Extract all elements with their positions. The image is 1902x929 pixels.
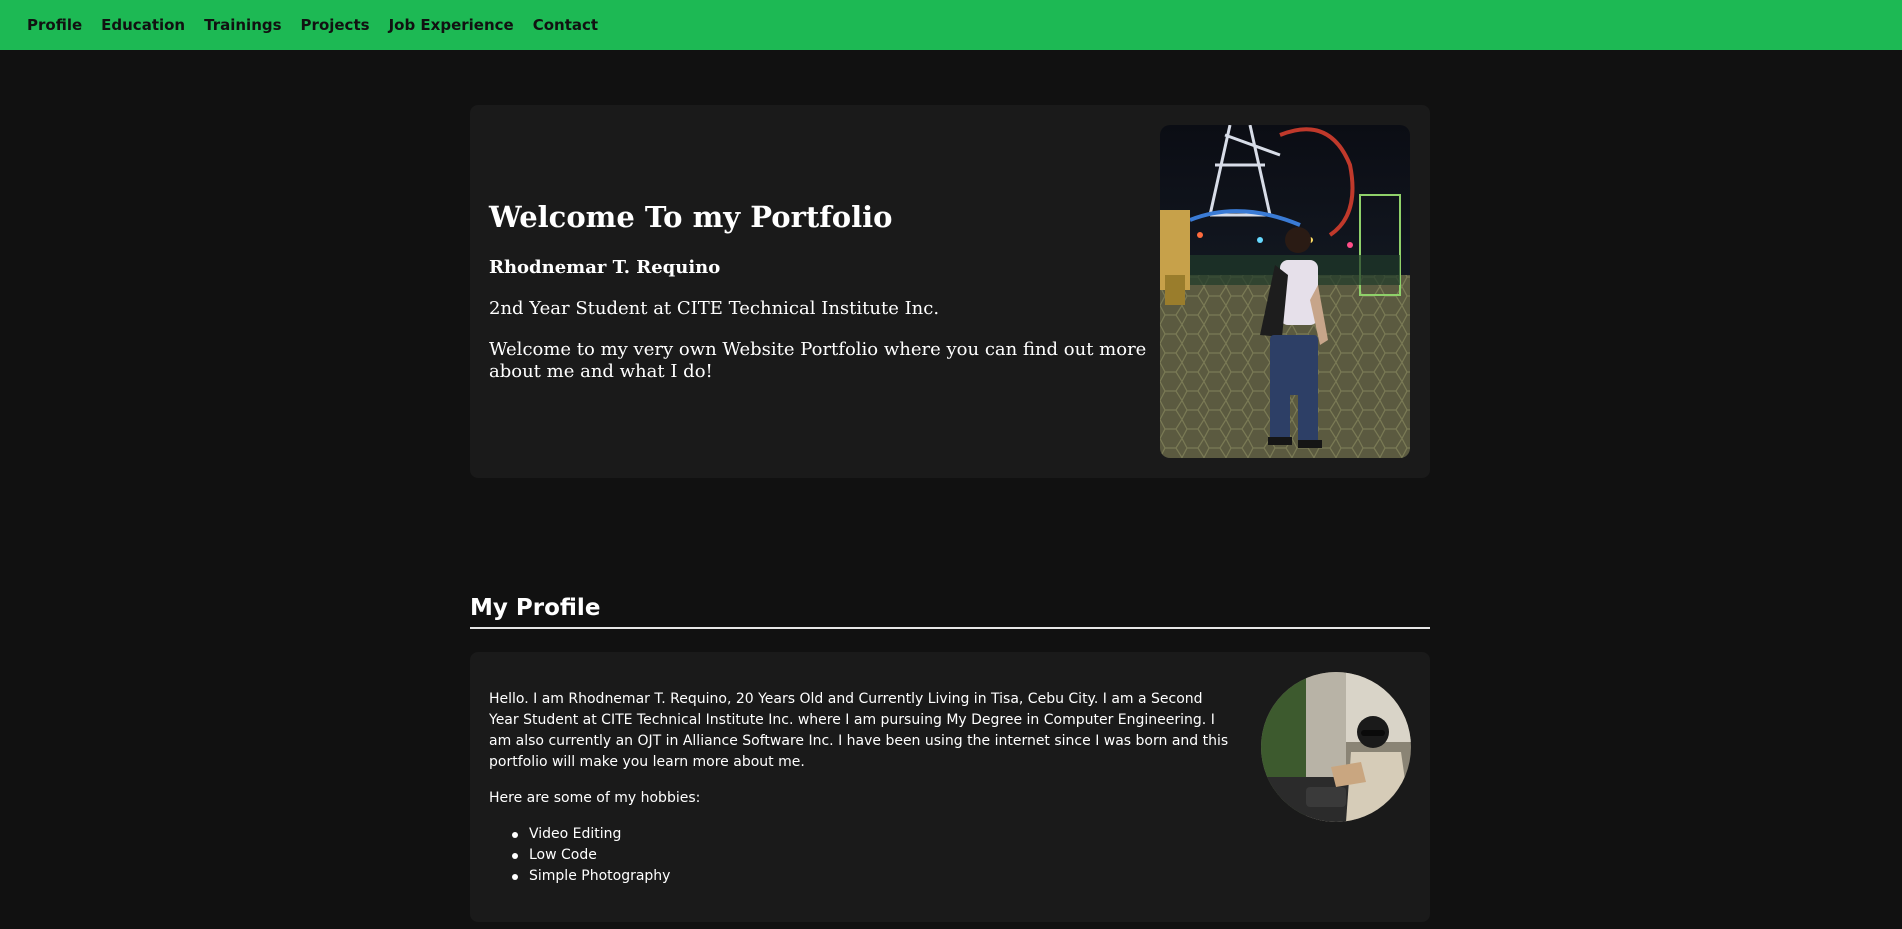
hero-role: 2nd Year Student at CITE Technical Insti… [489, 298, 940, 319]
hobbies-heading: Here are some of my hobbies: [489, 790, 701, 806]
hobby-list: Video Editing Low Code Simple Photograph… [489, 824, 1234, 887]
nav-link-job-experience[interactable]: Job Experience [389, 16, 514, 34]
list-item: Low Code [509, 845, 1234, 866]
nav-link-profile[interactable]: Profile [27, 16, 82, 34]
nav-link-education[interactable]: Education [101, 16, 185, 34]
portrait-photo-icon [1160, 125, 1410, 458]
list-item: Simple Photography [509, 866, 1234, 887]
avatar-photo-icon [1261, 672, 1411, 822]
hero-title: Welcome To my Portfolio [489, 200, 893, 234]
nav-link-contact[interactable]: Contact [533, 16, 598, 34]
hero-description: Welcome to my very own Website Portfolio… [489, 339, 1147, 382]
profile-section-title: My Profile [470, 595, 1430, 629]
hero-card: Welcome To my Portfolio Rhodnemar T. Req… [470, 105, 1430, 478]
nav-link-projects[interactable]: Projects [301, 16, 370, 34]
top-navbar: Profile Education Trainings Projects Job… [0, 0, 1902, 50]
list-item: Video Editing [509, 824, 1234, 845]
nav-link-trainings[interactable]: Trainings [204, 16, 281, 34]
hero-name: Rhodnemar T. Requino [489, 257, 721, 278]
profile-card: Hello. I am Rhodnemar T. Requino, 20 Yea… [470, 652, 1430, 922]
profile-text: Hello. I am Rhodnemar T. Requino, 20 Yea… [489, 689, 1234, 887]
profile-intro: Hello. I am Rhodnemar T. Requino, 20 Yea… [489, 691, 1229, 770]
hero-text: Welcome To my Portfolio Rhodnemar T. Req… [489, 200, 1149, 383]
